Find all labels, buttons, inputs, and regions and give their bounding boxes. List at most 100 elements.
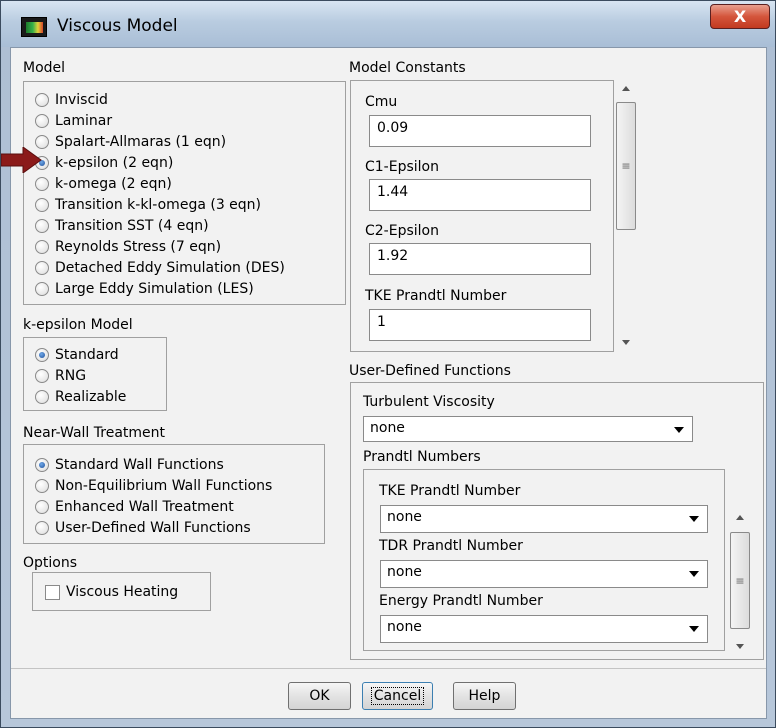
energy-prandtl-udf-label: Energy Prandtl Number xyxy=(379,593,543,609)
radio-button[interactable] xyxy=(35,93,49,107)
user-defined-functions-label: User-Defined Functions xyxy=(349,363,511,379)
cancel-label: Cancel xyxy=(370,687,425,705)
radio-transition-kkl-omega[interactable]: Transition k-kl-omega (3 eqn) xyxy=(35,195,261,215)
radio-laminar[interactable]: Laminar xyxy=(35,111,112,131)
viscous-heating-checkbox-row[interactable]: Viscous Heating xyxy=(45,582,178,602)
radio-les[interactable]: Large Eddy Simulation (LES) xyxy=(35,279,254,299)
k-epsilon-model-label: k-epsilon Model xyxy=(23,317,133,333)
radio-button[interactable] xyxy=(35,369,49,383)
cmu-label: Cmu xyxy=(365,94,398,110)
radio-non-equilibrium-wall-functions[interactable]: Non-Equilibrium Wall Functions xyxy=(35,476,272,496)
radio-button[interactable] xyxy=(35,219,49,233)
c2-epsilon-label: C2-Epsilon xyxy=(365,223,439,239)
ok-label: OK xyxy=(309,688,330,704)
title-bar[interactable]: Viscous Model X xyxy=(1,1,775,47)
radio-label: Transition k-kl-omega (3 eqn) xyxy=(55,197,262,213)
cancel-button[interactable]: Cancel xyxy=(362,682,433,710)
select-value: none xyxy=(370,420,405,436)
prandtl-numbers-scrollbar[interactable] xyxy=(729,510,751,654)
radio-des[interactable]: Detached Eddy Simulation (DES) xyxy=(35,258,285,278)
viscous-heating-checkbox[interactable] xyxy=(45,584,60,600)
radio-label: Standard Wall Functions xyxy=(55,457,224,473)
help-label: Help xyxy=(468,688,501,704)
checkbox-label: Viscous Heating xyxy=(66,584,179,600)
k-epsilon-model-group: Standard RNG Realizable xyxy=(23,337,167,411)
radio-label: Reynolds Stress (7 eqn) xyxy=(55,239,222,255)
radio-button[interactable] xyxy=(35,479,49,493)
near-wall-treatment-label: Near-Wall Treatment xyxy=(23,425,166,441)
tke-prandtl-label: TKE Prandtl Number xyxy=(365,288,507,304)
near-wall-treatment-group: Standard Wall Functions Non-Equilibrium … xyxy=(23,444,325,544)
radio-label: Detached Eddy Simulation (DES) xyxy=(55,260,285,276)
radio-button[interactable] xyxy=(35,500,49,514)
separator xyxy=(11,668,766,669)
close-button[interactable]: X xyxy=(710,4,770,29)
radio-button[interactable] xyxy=(35,390,49,404)
radio-user-defined-wall-functions[interactable]: User-Defined Wall Functions xyxy=(35,518,251,538)
radio-button[interactable] xyxy=(35,458,49,472)
window-title: Viscous Model xyxy=(57,16,178,36)
radio-realizable[interactable]: Realizable xyxy=(35,387,126,407)
c2-epsilon-field[interactable]: 1.92 xyxy=(369,243,591,275)
scroll-down-arrow-icon[interactable] xyxy=(622,340,630,345)
tdr-prandtl-udf-select[interactable]: none xyxy=(380,560,708,588)
model-constants-panel[interactable]: Cmu 0.09 C1-Epsilon 1.44 C2-Epsilon 1.92… xyxy=(350,80,614,352)
scroll-up-arrow-icon[interactable] xyxy=(736,515,744,520)
scroll-thumb[interactable] xyxy=(730,532,750,629)
scroll-up-arrow-icon[interactable] xyxy=(622,86,630,91)
radio-label: Spalart-Allmaras (1 eqn) xyxy=(55,134,227,150)
model-label: Model xyxy=(23,60,66,76)
scroll-down-arrow-icon[interactable] xyxy=(736,644,744,649)
radio-rng[interactable]: RNG xyxy=(35,366,86,386)
radio-button[interactable] xyxy=(35,282,49,296)
chevron-down-icon xyxy=(689,626,699,632)
turbulent-viscosity-label: Turbulent Viscosity xyxy=(363,394,495,410)
tdr-prandtl-udf-label: TDR Prandtl Number xyxy=(379,538,523,554)
radio-standard-wall-functions[interactable]: Standard Wall Functions xyxy=(35,455,224,475)
options-group: Viscous Heating xyxy=(32,572,211,611)
tke-prandtl-udf-select[interactable]: none xyxy=(380,505,708,533)
prandtl-numbers-panel[interactable]: TKE Prandtl Number none TDR Prandtl Numb… xyxy=(363,469,725,651)
scroll-thumb[interactable] xyxy=(616,102,636,230)
radio-k-omega[interactable]: k-omega (2 eqn) xyxy=(35,174,172,194)
radio-standard[interactable]: Standard xyxy=(35,345,119,365)
radio-label: User-Defined Wall Functions xyxy=(55,520,251,536)
c1-epsilon-label: C1-Epsilon xyxy=(365,159,439,175)
red-arrow-marker-icon xyxy=(1,147,42,173)
model-constants-label: Model Constants xyxy=(349,60,466,76)
chevron-down-icon xyxy=(689,571,699,577)
select-value: none xyxy=(387,619,422,635)
radio-inviscid[interactable]: Inviscid xyxy=(35,90,108,110)
energy-prandtl-udf-select[interactable]: none xyxy=(380,615,708,643)
radio-button[interactable] xyxy=(35,198,49,212)
dialog-body: Model Inviscid Laminar Spalart-Allmaras … xyxy=(10,47,767,719)
app-icon xyxy=(21,17,47,37)
radio-label: RNG xyxy=(55,368,87,384)
c1-epsilon-field[interactable]: 1.44 xyxy=(369,179,591,211)
model-constants-scrollbar[interactable] xyxy=(615,81,637,351)
radio-button[interactable] xyxy=(35,261,49,275)
prandtl-numbers-label: Prandtl Numbers xyxy=(363,449,481,465)
radio-enhanced-wall-treatment[interactable]: Enhanced Wall Treatment xyxy=(35,497,234,517)
help-button[interactable]: Help xyxy=(453,682,516,710)
ok-button[interactable]: OK xyxy=(288,682,351,710)
radio-k-epsilon[interactable]: k-epsilon (2 eqn) xyxy=(35,153,173,173)
radio-button[interactable] xyxy=(35,177,49,191)
tke-prandtl-field[interactable]: 1 xyxy=(369,309,591,341)
radio-button[interactable] xyxy=(35,240,49,254)
cmu-field[interactable]: 0.09 xyxy=(369,115,591,147)
radio-spalart-allmaras[interactable]: Spalart-Allmaras (1 eqn) xyxy=(35,132,226,152)
radio-label: Enhanced Wall Treatment xyxy=(55,499,234,515)
radio-button[interactable] xyxy=(35,348,49,362)
radio-label: Inviscid xyxy=(55,92,108,108)
radio-label: Laminar xyxy=(55,113,113,129)
turbulent-viscosity-select[interactable]: none xyxy=(363,416,693,442)
radio-button[interactable] xyxy=(35,521,49,535)
radio-label: Non-Equilibrium Wall Functions xyxy=(55,478,273,494)
radio-label: Transition SST (4 eqn) xyxy=(55,218,209,234)
options-label: Options xyxy=(23,555,78,571)
radio-reynolds-stress[interactable]: Reynolds Stress (7 eqn) xyxy=(35,237,221,257)
tke-prandtl-udf-label: TKE Prandtl Number xyxy=(379,483,521,499)
radio-transition-sst[interactable]: Transition SST (4 eqn) xyxy=(35,216,209,236)
radio-button[interactable] xyxy=(35,114,49,128)
